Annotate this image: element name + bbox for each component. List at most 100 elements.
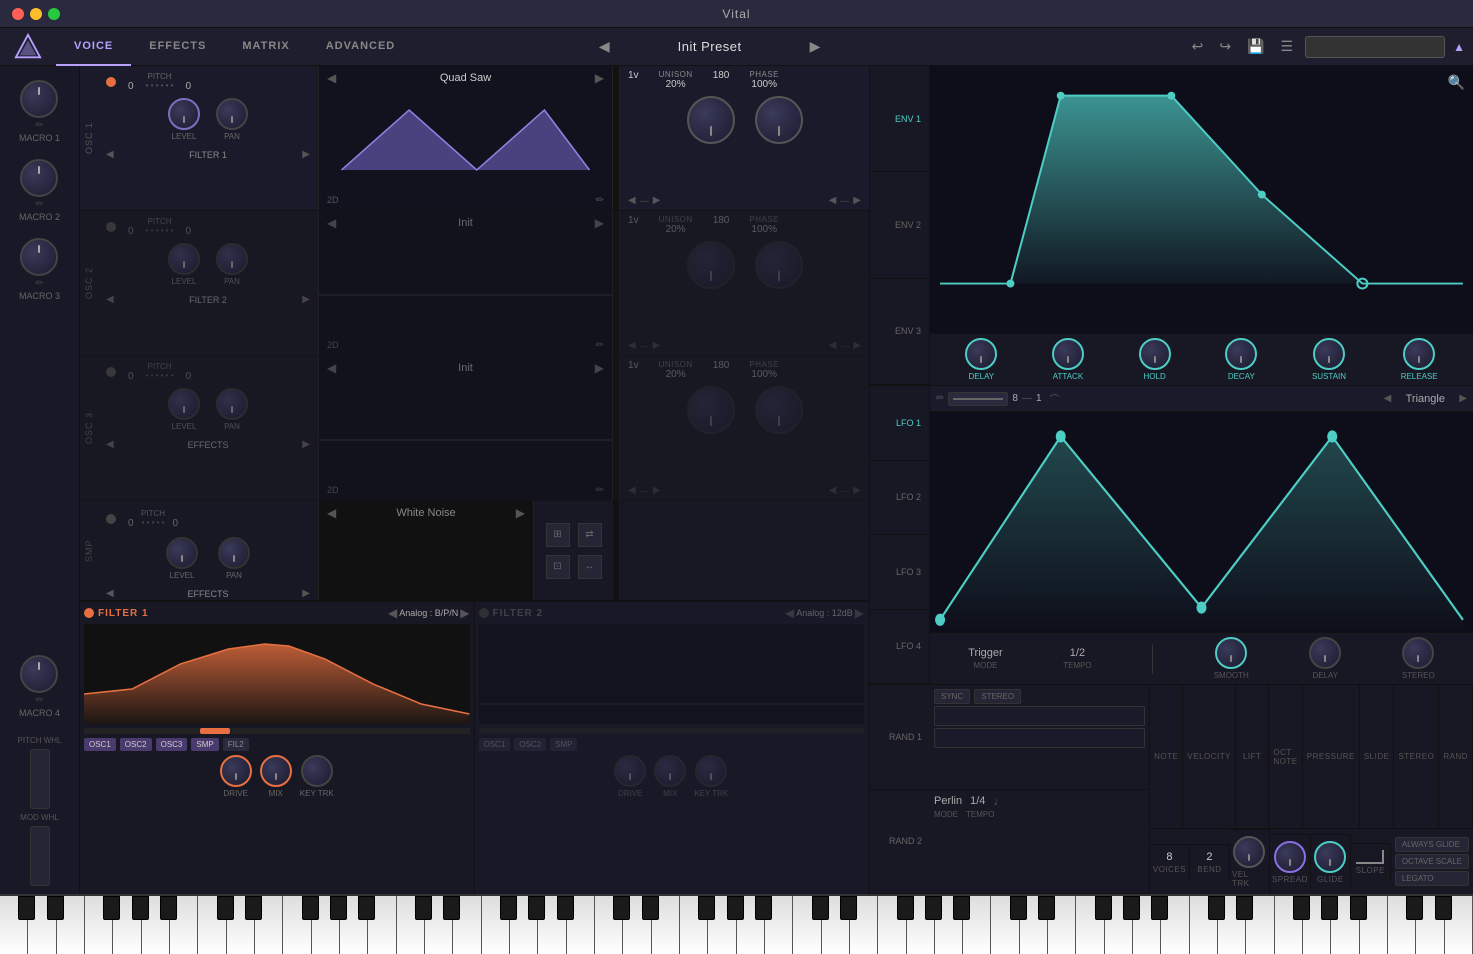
osc-3-enable[interactable] xyxy=(106,367,116,377)
macro-2-knob[interactable] xyxy=(20,159,58,197)
lfo-delay-knob[interactable] xyxy=(1309,637,1341,669)
smp-save-icon[interactable]: ⊡ xyxy=(546,555,570,579)
preset-search-bar[interactable] xyxy=(1305,36,1445,58)
black-key[interactable] xyxy=(245,896,262,920)
maximize-button[interactable] xyxy=(48,8,60,20)
osc-1-sub-next-r[interactable]: ▶ xyxy=(853,195,861,206)
octave-scale-btn[interactable]: OCTAVE SCALE xyxy=(1395,854,1469,869)
osc-1-unison-knob[interactable] xyxy=(687,96,735,144)
piano-keys[interactable] xyxy=(0,896,1473,954)
rand-1-bar-2[interactable] xyxy=(934,728,1145,748)
black-key[interactable] xyxy=(897,896,914,920)
env-decay-knob[interactable] xyxy=(1225,338,1257,370)
smp-wave-prev[interactable]: ◀ xyxy=(327,506,336,520)
rand-1-sync-btn[interactable]: SYNC xyxy=(934,689,970,704)
lfo-drag-handle[interactable] xyxy=(948,392,1008,406)
macro-1-knob[interactable] xyxy=(20,80,58,118)
tab-effects[interactable]: EFFECTS xyxy=(131,28,224,66)
mod-wheel[interactable] xyxy=(30,826,50,886)
prev-preset-button[interactable]: ◀ xyxy=(595,38,614,55)
black-key[interactable] xyxy=(925,896,942,920)
filter-1-tag-smp[interactable]: SMP xyxy=(191,738,218,751)
black-key[interactable] xyxy=(1095,896,1112,920)
osc-3-wave-prev[interactable]: ◀ xyxy=(327,361,336,375)
filter-2-type-prev[interactable]: ◀ xyxy=(785,606,794,620)
black-key[interactable] xyxy=(330,896,347,920)
lfo-1-label[interactable]: LFO 1 xyxy=(870,386,929,461)
filter-2-enable[interactable] xyxy=(479,608,489,618)
filter-1-enable[interactable] xyxy=(84,608,94,618)
smp-pan-knob[interactable] xyxy=(218,537,250,569)
voice-veltrk-knob[interactable] xyxy=(1233,836,1265,868)
tab-advanced[interactable]: ADVANCED xyxy=(308,28,414,66)
next-preset-button[interactable]: ▶ xyxy=(806,38,825,55)
black-key[interactable] xyxy=(953,896,970,920)
osc-3-phase-knob[interactable] xyxy=(755,386,803,434)
env-search-icon[interactable]: 🔍 xyxy=(1448,74,1465,91)
black-key[interactable] xyxy=(1123,896,1140,920)
osc-1-edit-icon[interactable]: ✏ xyxy=(596,195,604,206)
osc-2-wave-prev[interactable]: ◀ xyxy=(327,216,336,230)
close-button[interactable] xyxy=(12,8,24,20)
black-key[interactable] xyxy=(1406,896,1423,920)
black-key[interactable] xyxy=(840,896,857,920)
macro-2-edit-icon[interactable]: ✏ xyxy=(35,199,43,210)
osc-2-wave-next[interactable]: ▶ xyxy=(595,216,604,230)
black-key[interactable] xyxy=(812,896,829,920)
osc-3-wave-next[interactable]: ▶ xyxy=(595,361,604,375)
black-key[interactable] xyxy=(1236,896,1253,920)
env-hold-knob[interactable] xyxy=(1139,338,1171,370)
filter-1-tag-fil2[interactable]: FIL2 xyxy=(223,738,249,751)
black-key[interactable] xyxy=(443,896,460,920)
osc-1-filter-prev[interactable]: ◀ xyxy=(106,149,114,160)
smp-swap-icon[interactable]: ↔ xyxy=(578,555,602,579)
black-key[interactable] xyxy=(1321,896,1338,920)
menu-button[interactable]: ☰ xyxy=(1277,38,1298,55)
osc-3-filter-next[interactable]: ▶ xyxy=(302,439,310,450)
black-key[interactable] xyxy=(1293,896,1310,920)
filter-2-cutoff-slider[interactable] xyxy=(479,728,865,734)
env-attack-knob[interactable] xyxy=(1052,338,1084,370)
black-key[interactable] xyxy=(557,896,574,920)
osc-2-enable[interactable] xyxy=(106,222,116,232)
black-key[interactable] xyxy=(755,896,772,920)
osc-3-edit-icon[interactable]: ✏ xyxy=(596,485,604,496)
filter-2-keytrk-knob[interactable] xyxy=(695,755,727,787)
lfo-4-label[interactable]: LFO 4 xyxy=(870,610,929,685)
lfo-shape-prev[interactable]: ◀ xyxy=(1384,393,1392,404)
save-button[interactable]: 💾 xyxy=(1243,38,1268,55)
filter-1-mix-knob[interactable] xyxy=(260,755,292,787)
filter-2-drive-knob[interactable] xyxy=(614,755,646,787)
osc-1-wave-prev[interactable]: ◀ xyxy=(327,71,336,85)
filter-1-type-prev[interactable]: ◀ xyxy=(388,606,397,620)
black-key[interactable] xyxy=(528,896,545,920)
black-key[interactable] xyxy=(1010,896,1027,920)
black-key[interactable] xyxy=(1435,896,1452,920)
osc-2-level-knob[interactable] xyxy=(168,243,200,275)
black-key[interactable] xyxy=(160,896,177,920)
black-key[interactable] xyxy=(500,896,517,920)
smp-loop-icon[interactable]: ⊞ xyxy=(546,523,570,547)
smp-level-knob[interactable] xyxy=(166,537,198,569)
black-key[interactable] xyxy=(103,896,120,920)
black-key[interactable] xyxy=(358,896,375,920)
black-key[interactable] xyxy=(132,896,149,920)
black-key[interactable] xyxy=(1038,896,1055,920)
black-key[interactable] xyxy=(47,896,64,920)
env-1-label[interactable]: ENV 1 xyxy=(870,66,929,172)
osc-2-unison-knob[interactable] xyxy=(687,241,735,289)
redo-button[interactable]: ↪ xyxy=(1215,38,1235,55)
rand-1-bar[interactable] xyxy=(934,706,1145,726)
tab-voice[interactable]: VOICE xyxy=(56,28,131,66)
osc-1-wave-next[interactable]: ▶ xyxy=(595,71,604,85)
lfo-stereo-knob[interactable] xyxy=(1402,637,1434,669)
voice-glide-knob[interactable] xyxy=(1314,841,1346,873)
pitch-wheel[interactable] xyxy=(30,749,50,809)
osc-2-filter-prev[interactable]: ◀ xyxy=(106,294,114,305)
filter-1-tag-osc2[interactable]: OSC2 xyxy=(120,738,152,751)
black-key[interactable] xyxy=(698,896,715,920)
lfo-smooth-knob[interactable] xyxy=(1215,637,1247,669)
rand-2-label[interactable]: RAND 2 xyxy=(870,790,930,894)
black-key[interactable] xyxy=(217,896,234,920)
minimize-button[interactable] xyxy=(30,8,42,20)
